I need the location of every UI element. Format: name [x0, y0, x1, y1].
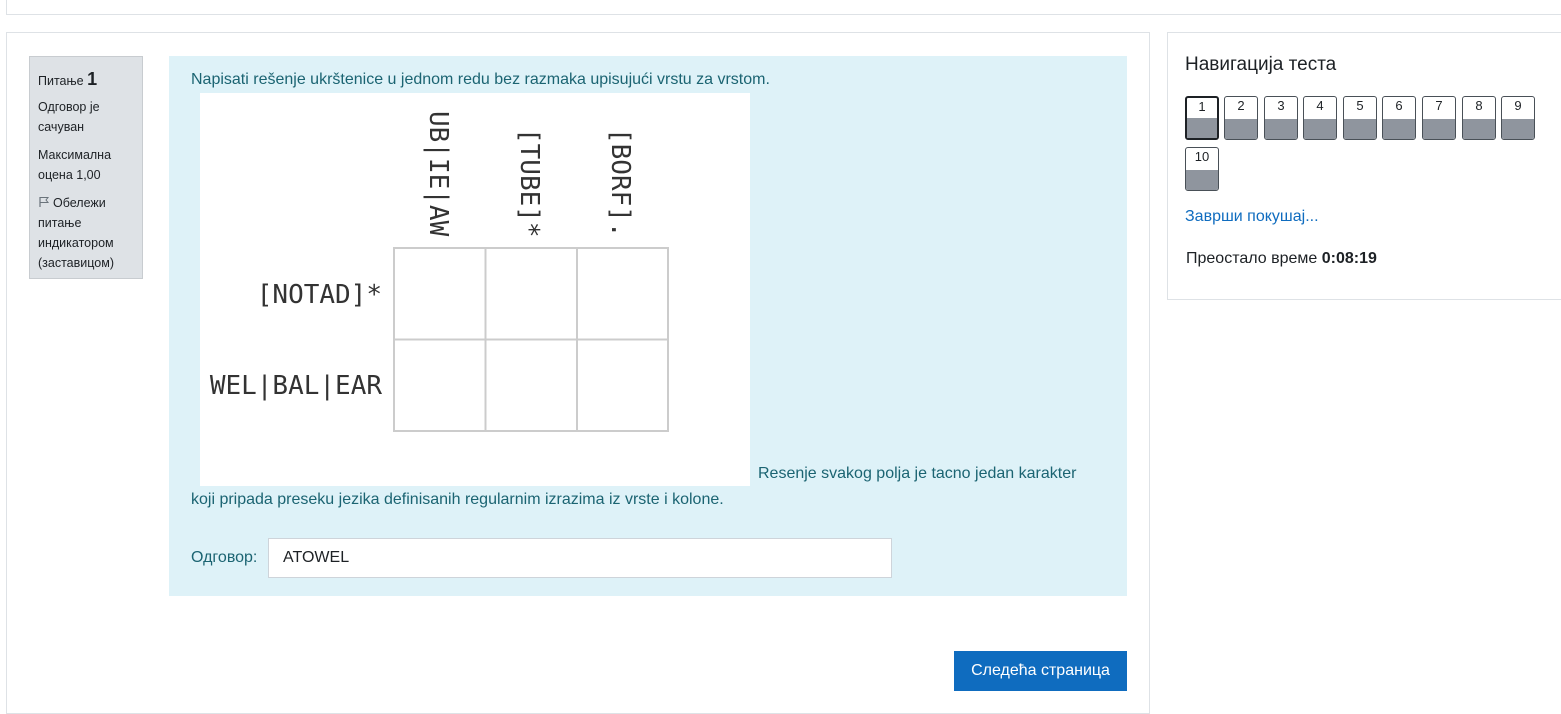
quiz-nav-button-number: 3 [1277, 98, 1285, 113]
question-text-after-image-1: Resenje svakog polja je tacno jedan kara… [758, 465, 1077, 482]
quiz-nav-button-number: 1 [1198, 99, 1206, 114]
quiz-nav-button-number: 7 [1435, 98, 1443, 113]
question-info-panel: Питање 1 Одговор је сачуван Максимална о… [29, 56, 143, 279]
crossword-grid: UB|IE|AW [TUBE]* [BORF]. [NOTAD]* WEL|BA… [210, 111, 669, 432]
column-regex-2: [TUBE]* [514, 128, 544, 238]
quiz-nav-button-7[interactable]: 7 [1422, 96, 1456, 140]
question-number-line: Питање 1 [38, 69, 134, 91]
quiz-nav-button-number: 6 [1395, 98, 1403, 113]
quiz-nav-button-3[interactable]: 3 [1264, 96, 1298, 140]
time-left-label: Преостало време [1186, 250, 1318, 267]
finish-attempt-link[interactable]: Заврши покушај... [1185, 208, 1319, 226]
quiz-nav-button-number: 8 [1475, 98, 1483, 113]
question-number: 1 [87, 69, 98, 89]
top-bar [6, 0, 1561, 15]
question-text-after-image-2: koji pripada preseku jezika definisanih … [191, 491, 724, 508]
quiz-nav-button-number: 2 [1237, 98, 1245, 113]
quiz-nav-button-6[interactable]: 6 [1382, 96, 1416, 140]
quiz-nav-button-2[interactable]: 2 [1224, 96, 1258, 140]
question-content: Napisati rešenje ukrštenice u jednom red… [169, 56, 1127, 596]
quiz-timer: Преостало време 0:08:19 [1186, 250, 1377, 268]
question-state: Одговор је сачуван [38, 100, 100, 134]
quiz-nav-button-number: 5 [1356, 98, 1364, 113]
answer-input[interactable] [268, 538, 892, 578]
quiz-nav-button-8[interactable]: 8 [1462, 96, 1496, 140]
quiz-nav-button-10[interactable]: 10 [1185, 147, 1219, 191]
quiz-nav-button-4[interactable]: 4 [1303, 96, 1337, 140]
column-regex-3: [BORF]. [605, 128, 635, 238]
question-grade: Максимална оцена 1,00 [38, 148, 112, 182]
next-page-button[interactable]: Следећа страница [954, 651, 1127, 691]
quiz-nav-button-number: 10 [1194, 149, 1210, 164]
quiz-nav-button-number: 4 [1316, 98, 1324, 113]
quiz-nav-button-9[interactable]: 9 [1501, 96, 1535, 140]
quiz-navigation-title: Навигација теста [1185, 54, 1337, 75]
answer-label: Одговор: [191, 549, 258, 566]
question-label: Питање [38, 74, 84, 88]
row-regex-1: [NOTAD]* [257, 280, 382, 310]
flag-icon [39, 197, 50, 207]
column-regex-1: UB|IE|AW [423, 111, 453, 237]
quiz-nav-button-number: 9 [1514, 98, 1522, 113]
row-regex-2: WEL|BAL|EAR [210, 371, 383, 401]
flag-question-link[interactable]: Обележи питање индикатором (заставицом) [38, 193, 134, 273]
question-text-intro: Napisati rešenje ukrštenice u jednom red… [191, 71, 770, 88]
quiz-nav-button-1[interactable]: 1 [1185, 96, 1219, 140]
crossword-image: UB|IE|AW [TUBE]* [BORF]. [NOTAD]* WEL|BA… [200, 93, 750, 486]
quiz-nav-button-5[interactable]: 5 [1343, 96, 1377, 140]
time-left-value: 0:08:19 [1321, 250, 1377, 267]
